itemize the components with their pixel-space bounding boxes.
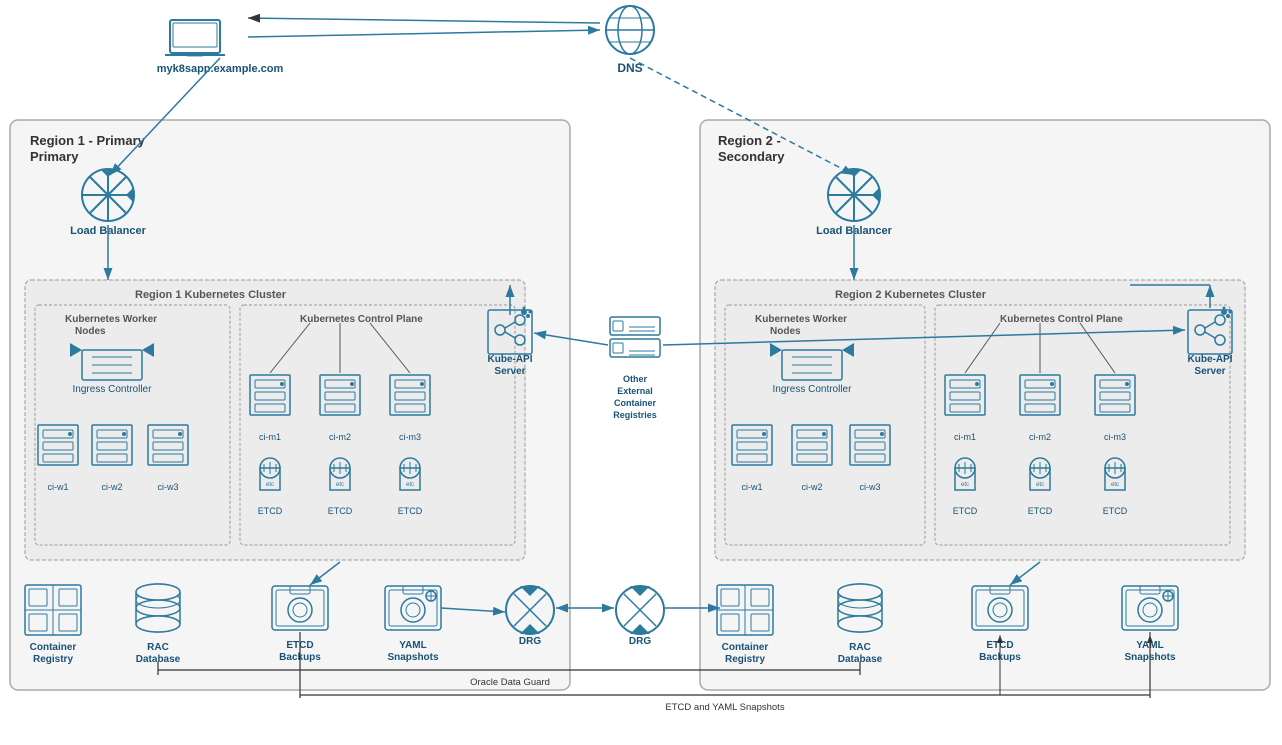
svg-text:Kube-API: Kube-API: [488, 354, 533, 365]
svg-text:Region 1 Kubernetes Cluster: Region 1 Kubernetes Cluster: [135, 289, 287, 301]
svg-text:Oracle Data Guard: Oracle Data Guard: [470, 677, 550, 688]
svg-text:etc: etc: [961, 482, 969, 488]
svg-text:ci-w2: ci-w2: [801, 482, 822, 492]
svg-text:RAC: RAC: [147, 642, 169, 653]
svg-text:Kubernetes Control Plane: Kubernetes Control Plane: [300, 314, 423, 325]
svg-text:ci-m2: ci-m2: [1029, 432, 1051, 442]
svg-text:ci-m3: ci-m3: [1104, 432, 1126, 442]
svg-text:ci-w3: ci-w3: [157, 482, 178, 492]
svg-text:ETCD: ETCD: [398, 506, 423, 516]
svg-text:Registry: Registry: [33, 654, 73, 665]
svg-text:External: External: [617, 386, 653, 396]
svg-text:Region 2 -: Region 2 -: [718, 133, 781, 148]
svg-text:Snapshots: Snapshots: [387, 652, 439, 663]
svg-text:RAC: RAC: [849, 642, 871, 653]
svg-text:Region 2 Kubernetes Cluster: Region 2 Kubernetes Cluster: [835, 289, 987, 301]
svg-text:Region 1 - Primary: Region 1 - Primary: [30, 133, 146, 148]
svg-text:YAML: YAML: [399, 640, 426, 651]
svg-text:etc: etc: [1111, 482, 1119, 488]
svg-text:ETCD and YAML Snapshots: ETCD and YAML Snapshots: [665, 702, 784, 713]
svg-text:Other: Other: [623, 374, 648, 384]
svg-text:Container: Container: [722, 642, 769, 653]
svg-text:DRG: DRG: [629, 636, 651, 647]
svg-text:Kubernetes Worker: Kubernetes Worker: [755, 314, 847, 325]
svg-text:ci-m1: ci-m1: [954, 432, 976, 442]
architecture-diagram: Region 1 - Primary Primary Region 2 - Se…: [0, 0, 1282, 745]
svg-text:etc: etc: [1036, 482, 1044, 488]
svg-text:Primary: Primary: [30, 149, 79, 164]
svg-text:ETCD: ETCD: [1103, 506, 1128, 516]
svg-text:Server: Server: [1194, 366, 1225, 377]
svg-text:Server: Server: [494, 366, 525, 377]
svg-text:Secondary: Secondary: [718, 149, 785, 164]
svg-text:ETCD: ETCD: [258, 506, 283, 516]
svg-text:Nodes: Nodes: [75, 326, 106, 337]
svg-text:Container: Container: [30, 642, 77, 653]
svg-text:Registries: Registries: [613, 410, 657, 420]
svg-text:ci-w3: ci-w3: [859, 482, 880, 492]
svg-text:Kube-API: Kube-API: [1188, 354, 1233, 365]
svg-text:ci-m1: ci-m1: [259, 432, 281, 442]
svg-text:ci-w2: ci-w2: [101, 482, 122, 492]
svg-text:ci-m3: ci-m3: [399, 432, 421, 442]
svg-text:ci-m2: ci-m2: [329, 432, 351, 442]
svg-text:ci-w1: ci-w1: [741, 482, 762, 492]
svg-text:etc: etc: [266, 482, 274, 488]
svg-text:Ingress Controller: Ingress Controller: [73, 384, 153, 395]
svg-text:Container: Container: [614, 398, 657, 408]
svg-text:myk8sapp.example.com: myk8sapp.example.com: [157, 63, 284, 75]
svg-text:ci-w1: ci-w1: [47, 482, 68, 492]
svg-text:DRG: DRG: [519, 636, 541, 647]
svg-text:ETCD: ETCD: [1028, 506, 1053, 516]
svg-text:Kubernetes Control Plane: Kubernetes Control Plane: [1000, 314, 1123, 325]
svg-text:Kubernetes Worker: Kubernetes Worker: [65, 314, 157, 325]
svg-text:Ingress Controller: Ingress Controller: [773, 384, 853, 395]
svg-text:ETCD: ETCD: [328, 506, 353, 516]
svg-text:etc: etc: [336, 482, 344, 488]
svg-text:ETCD: ETCD: [953, 506, 978, 516]
svg-text:Nodes: Nodes: [770, 326, 801, 337]
svg-text:etc: etc: [406, 482, 414, 488]
svg-text:Registry: Registry: [725, 654, 765, 665]
